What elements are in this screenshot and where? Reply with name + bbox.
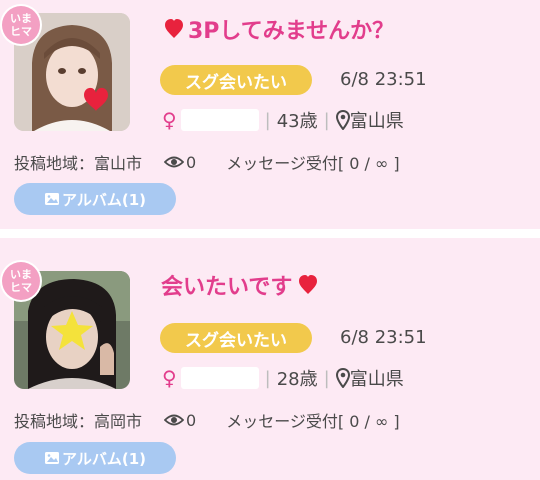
now-free-badge: いまヒマ <box>2 6 40 44</box>
album-button[interactable]: アルバム(1) <box>14 183 176 215</box>
divider: | <box>264 367 271 389</box>
post-area: 投稿地域：富山市 <box>14 154 143 173</box>
view-count: 0 <box>186 410 197 430</box>
album-button[interactable]: アルバム(1) <box>14 442 176 474</box>
post-datetime: 6/8 23:51 <box>340 69 427 90</box>
age: 28歳 <box>276 369 318 390</box>
post-datetime: 6/8 23:51 <box>340 327 427 348</box>
post-card[interactable]: いまヒマ 3Pしてみませんか？ スグ会いたい 6/8 23:51 ♀ | 43歳… <box>0 0 540 229</box>
view-count: 0 <box>186 152 197 172</box>
age: 43歳 <box>276 111 318 132</box>
female-icon: ♀ <box>162 108 177 132</box>
profile-info: ♀ | 43歳 | 富山県 <box>162 107 404 133</box>
post-card[interactable]: いまヒマ 会いたいです スグ会いたい 6/8 23:51 ♀ | 28歳 | 富… <box>0 238 540 480</box>
album-label: アルバム(1) <box>62 190 146 209</box>
image-icon <box>44 451 60 465</box>
divider: | <box>323 109 330 131</box>
status-tag: スグ会いたい <box>160 65 312 95</box>
female-icon: ♀ <box>162 366 177 390</box>
post-title-text: 会いたいです <box>161 275 293 300</box>
album-label: アルバム(1) <box>62 449 146 468</box>
post-area: 投稿地域：高岡市 <box>14 412 143 431</box>
post-meta: 投稿地域：高岡市 0 メッセージ受付[ 0 / ∞ ] <box>14 408 400 432</box>
post-meta: 投稿地域：富山市 0 メッセージ受付[ 0 / ∞ ] <box>14 150 400 174</box>
blurred-nickname <box>180 109 259 131</box>
heart-icon <box>164 18 184 40</box>
message-status: メッセージ受付[ 0 / ∞ ] <box>226 412 400 431</box>
eye-icon <box>164 413 185 427</box>
divider: | <box>264 109 271 131</box>
location-pin-icon <box>335 368 350 388</box>
post-title[interactable]: 3Pしてみませんか？ <box>164 13 394 45</box>
prefecture: 富山県 <box>349 369 404 390</box>
eye-icon <box>164 155 185 169</box>
profile-info: ♀ | 28歳 | 富山県 <box>162 365 404 391</box>
post-title[interactable]: 会いたいです <box>161 269 318 301</box>
status-tag: スグ会いたい <box>160 323 312 353</box>
divider: | <box>323 367 330 389</box>
post-title-text: 3Pしてみませんか？ <box>188 19 395 44</box>
heart-icon <box>298 274 318 296</box>
location-pin-icon <box>335 110 350 130</box>
prefecture: 富山県 <box>349 111 404 132</box>
message-status: メッセージ受付[ 0 / ∞ ] <box>226 154 400 173</box>
image-icon <box>44 192 60 206</box>
blurred-nickname <box>180 367 259 389</box>
now-free-badge: いまヒマ <box>2 262 40 300</box>
